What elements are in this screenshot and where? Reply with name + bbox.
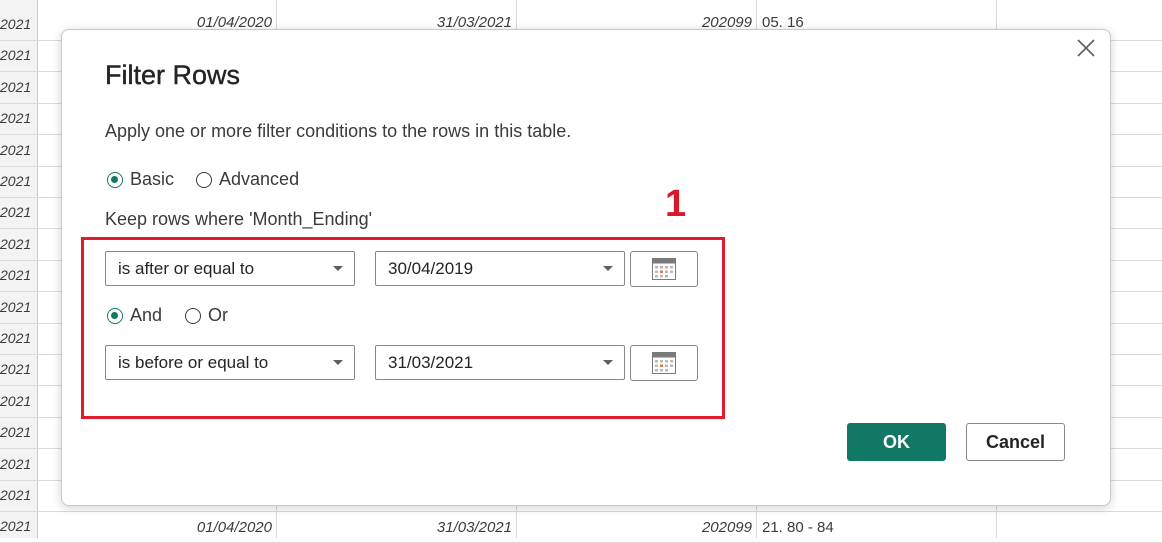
logic-radio-group: And Or	[107, 305, 228, 326]
chevron-down-icon	[333, 266, 343, 271]
dialog-description: Apply one or more filter conditions to t…	[105, 121, 572, 141]
ok-button[interactable]: OK	[847, 423, 946, 461]
advanced-radio-option[interactable]: Advanced	[196, 169, 299, 190]
row-number: 2021	[0, 487, 32, 503]
row-number: 2021	[0, 173, 32, 189]
row-number: 2021	[0, 424, 32, 440]
keep-rows-label: Keep rows where 'Month_Ending'	[105, 209, 373, 229]
and-radio-label: And	[130, 305, 163, 325]
row-number: 2021	[0, 79, 32, 95]
or-radio[interactable]	[185, 307, 202, 324]
row-number: 2021	[0, 518, 32, 534]
row-number: 2021	[0, 47, 32, 63]
row-number: 2021	[0, 330, 32, 346]
advanced-radio-label: Advanced	[219, 169, 300, 189]
condition2-calendar-button[interactable]	[630, 345, 698, 381]
row-number: 2021	[0, 204, 32, 220]
row-number: 2021	[0, 110, 32, 126]
row-number: 2021	[0, 393, 32, 409]
and-radio-option[interactable]: And	[107, 305, 162, 326]
row-number: 2021	[0, 456, 32, 472]
close-icon	[1077, 39, 1095, 57]
condition2-value-dropdown[interactable]: 31/03/2021	[375, 345, 625, 380]
row-number: 2021	[0, 361, 32, 377]
condition1-value-dropdown[interactable]: 30/04/2019	[375, 251, 625, 286]
row-number: 2021	[0, 142, 32, 158]
row-number: 2021	[0, 236, 32, 252]
bottom-row-period: 202099	[701, 519, 752, 536]
close-button[interactable]	[1074, 36, 1098, 60]
condition2-value-text: 31/03/2021	[388, 352, 474, 372]
condition1-operator-dropdown[interactable]: is after or equal to	[105, 251, 355, 286]
calendar-icon	[652, 352, 676, 374]
condition2-operator-value: is before or equal to	[118, 352, 269, 372]
mode-radio-group: Basic Advanced	[107, 169, 299, 190]
chevron-down-icon	[603, 266, 613, 271]
basic-radio-option[interactable]: Basic	[107, 169, 174, 190]
condition2-operator-dropdown[interactable]: is before or equal to	[105, 345, 355, 380]
row-divider	[0, 511, 1162, 512]
advanced-radio[interactable]	[196, 171, 213, 188]
condition1-calendar-button[interactable]	[630, 251, 698, 287]
bottom-row-end-date: 31/03/2021	[436, 519, 512, 536]
calendar-icon	[652, 258, 676, 280]
dialog-title: Filter Rows	[105, 60, 241, 90]
or-radio-label: Or	[208, 305, 229, 325]
or-radio-option[interactable]: Or	[185, 305, 228, 326]
row-number: 2021	[0, 16, 32, 32]
row-number: 2021	[0, 299, 32, 315]
annotation-number: 1	[665, 183, 687, 225]
chevron-down-icon	[603, 360, 613, 365]
and-radio[interactable]	[107, 307, 123, 324]
basic-radio[interactable]	[107, 171, 123, 188]
bottom-row-label: 21. 80 - 84	[762, 519, 834, 536]
chevron-down-icon	[333, 360, 343, 365]
condition1-value-text: 30/04/2019	[388, 258, 474, 278]
bottom-row-start-date: 01/04/2020	[196, 519, 272, 536]
condition1-operator-value: is after or equal to	[118, 258, 255, 278]
basic-radio-label: Basic	[130, 169, 175, 189]
cancel-button[interactable]: Cancel	[966, 423, 1065, 461]
row-number: 2021	[0, 267, 32, 283]
